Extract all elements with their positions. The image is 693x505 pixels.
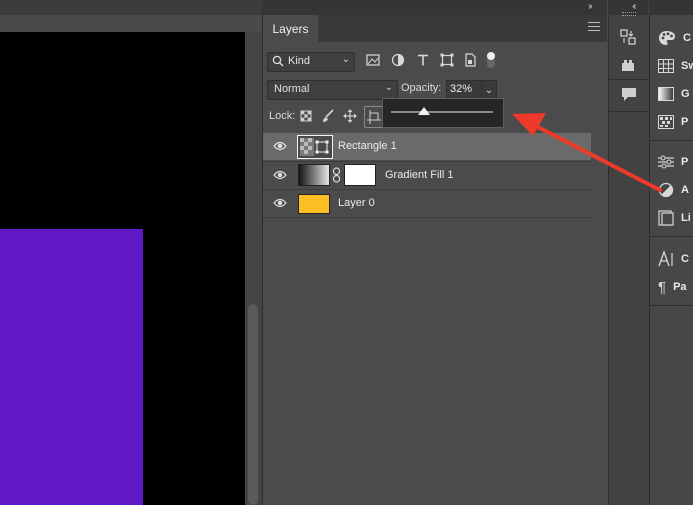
purple-rectangle-shape[interactable] [0,229,143,505]
chevron-down-icon: ⌄ [384,82,393,93]
filter-adjustment-layers-icon[interactable] [391,53,405,67]
dock-item-label: Pa [673,281,687,293]
opacity-value: 32% [450,83,473,95]
dock-grip[interactable] [622,12,636,16]
filter-type-layers-icon[interactable] [416,53,430,67]
blend-mode-select[interactable]: Normal ⌄ [267,80,398,100]
history-icon[interactable] [620,28,636,46]
dock-divider [608,111,648,112]
search-icon [272,55,284,67]
layer-row-gradient-fill-1[interactable]: Gradient Fill 1 [263,162,591,189]
document-top-bar [0,0,262,15]
dock-item-label: Sw [681,60,693,72]
dock-item-label: C [683,32,691,44]
filter-toggle-switch[interactable] [487,52,495,68]
lock-position-icon[interactable] [343,109,357,123]
filter-kind-select[interactable]: Kind ⌄ [267,52,355,72]
character-icon [658,250,673,267]
libraries-icon [658,210,674,226]
layer-name[interactable]: Gradient Fill 1 [385,169,453,181]
paragraph-panel-button[interactable]: ¶ Pa [658,278,687,296]
properties-sliders-icon [658,155,674,169]
libraries-panel-button[interactable]: Li [658,209,691,227]
actions-icon[interactable] [620,59,636,73]
expand-panels-icon[interactable]: ‹‹ [632,1,636,12]
opacity-slider-popup [382,98,504,128]
layer-name[interactable]: Layer 0 [338,197,375,209]
layer-row-rectangle-1[interactable]: Rectangle 1 [263,133,591,160]
paragraph-icon: ¶ [658,278,667,296]
lock-artboard-button[interactable] [364,106,384,128]
opacity-slider-thumb[interactable] [417,107,430,115]
filter-smart-objects-icon[interactable] [463,53,477,67]
filter-pixel-layers-icon[interactable] [366,53,380,67]
panel-menu-icon[interactable] [588,22,600,32]
gradients-panel-button[interactable]: G [658,85,690,103]
color-panel-button[interactable]: C [658,29,691,47]
link-chain-icon[interactable] [332,167,341,183]
canvas-margin [0,15,262,32]
dock-divider [649,305,693,306]
eye-icon[interactable] [273,169,287,181]
collapse-panels-icon[interactable]: ›› [588,1,592,12]
row-divider [263,217,591,218]
filter-kind-label: Kind [288,55,311,67]
swatches-grid-icon [658,59,674,73]
dock-divider [649,140,693,141]
chevron-down-icon: ⌄ [484,84,494,96]
dock-item-label: G [681,88,690,100]
patterns-panel-button[interactable]: P [658,113,688,131]
layer-thumbnail[interactable] [298,194,330,214]
adjustments-icon [658,182,674,198]
opacity-label: Opacity: [401,82,442,94]
layers-panel [262,0,608,505]
lock-label: Lock: [269,110,296,122]
layer-thumbnail[interactable] [297,135,333,159]
color-palette-icon [659,31,675,45]
tab-layers[interactable]: Layers [263,15,318,42]
dock-item-label: Li [681,212,691,224]
panel-group-header [262,0,607,15]
artboard-icon [367,110,381,124]
scrollbar-thumb[interactable] [248,304,258,505]
gradients-icon [658,87,674,101]
layer-mask-thumbnail[interactable] [344,164,376,186]
opacity-dropdown-button[interactable]: ⌄ [481,80,497,100]
character-panel-button[interactable]: C [658,250,689,268]
dock-header [649,0,693,15]
swatches-panel-button[interactable]: Sw [658,57,693,75]
dock-divider [608,79,648,80]
eye-icon[interactable] [273,140,287,152]
filter-shape-layers-icon[interactable] [440,53,454,67]
opacity-slider-track[interactable] [391,111,493,113]
blend-mode-value: Normal [274,83,310,95]
chevron-down-icon: ⌄ [341,54,350,65]
dock-item-label: P [681,116,689,128]
eye-icon[interactable] [273,197,287,209]
adjustments-panel-button[interactable]: A [658,181,689,199]
lock-image-pixels-icon[interactable] [321,109,335,123]
dock-divider [649,236,693,237]
comments-icon[interactable] [621,86,637,102]
layer-name[interactable]: Rectangle 1 [338,140,397,152]
opacity-input[interactable]: 32% [446,80,482,100]
lock-transparent-pixels-icon[interactable] [299,109,313,123]
properties-panel-button[interactable]: P [658,153,688,171]
dock-item-label: C [681,253,689,265]
layer-row-layer-0[interactable]: Layer 0 [263,190,591,217]
tool-dock-column [608,0,649,505]
patterns-icon [658,115,674,129]
dock-item-label: P [681,156,689,168]
gradient-thumbnail[interactable] [298,164,330,186]
dock-item-label: A [681,184,689,196]
